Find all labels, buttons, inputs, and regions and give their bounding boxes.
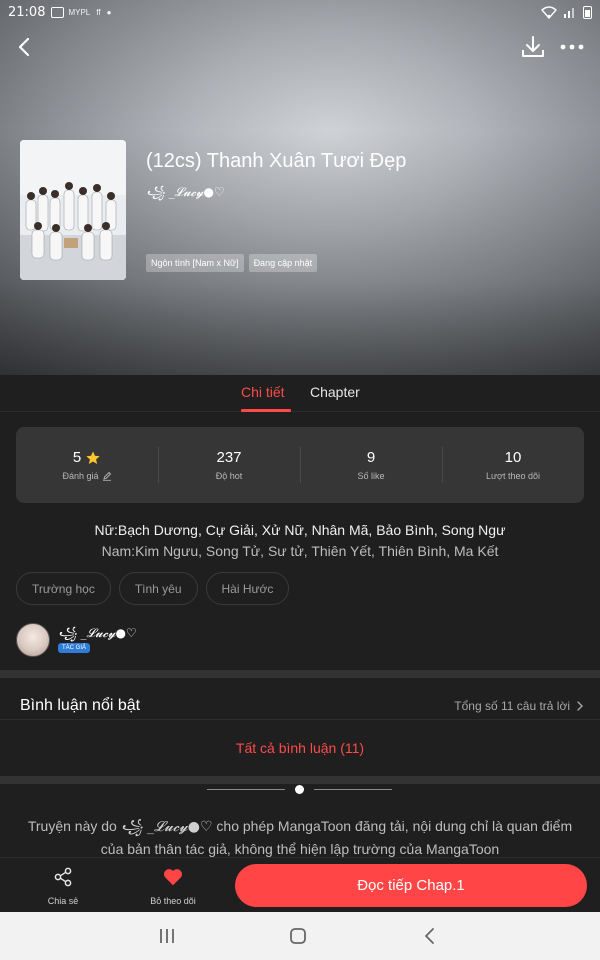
section-divider bbox=[0, 670, 600, 678]
stat-hot: 237 Độ hot bbox=[158, 427, 300, 503]
system-back-button[interactable] bbox=[418, 924, 442, 948]
back-arrow-icon bbox=[18, 37, 30, 57]
back-icon bbox=[425, 928, 434, 944]
continue-reading-button[interactable]: Đọc tiếp Chap.1 bbox=[235, 864, 587, 907]
stat-likes: 9 Số like bbox=[300, 427, 442, 503]
genre-tag[interactable]: Hài Hước bbox=[205, 572, 290, 605]
tab-active-indicator bbox=[241, 409, 291, 412]
separator-dot bbox=[295, 785, 304, 794]
description-line-1: Nữ:Bạch Dương, Cự Giải, Xử Nữ, Nhân Mã, … bbox=[94, 522, 506, 538]
back-button[interactable] bbox=[10, 32, 40, 62]
section-divider bbox=[0, 776, 600, 784]
stat-value: 9 bbox=[366, 449, 376, 466]
heart-icon bbox=[163, 869, 183, 886]
status-icons bbox=[541, 5, 592, 19]
chevron-right-icon bbox=[577, 701, 583, 711]
stat-rating-label-row: Đánh giá bbox=[16, 471, 158, 481]
home-icon bbox=[290, 928, 306, 944]
wifi-icon bbox=[541, 5, 557, 19]
stat-value: 10 bbox=[504, 449, 522, 466]
stat-rating-value-row: 5 bbox=[16, 449, 158, 466]
story-tag[interactable]: Đang cập nhật bbox=[248, 254, 318, 272]
disclaimer-author: ꧁ _𝓛𝓾𝓬𝔂●♡ bbox=[120, 819, 213, 835]
more-dots-icon bbox=[560, 44, 584, 50]
download-icon bbox=[522, 36, 544, 57]
story-title: (12cs) Thanh Xuân Tươi Đẹp bbox=[146, 150, 407, 172]
share-icon bbox=[54, 867, 72, 887]
share-button[interactable]: Chia sẻ bbox=[23, 866, 103, 906]
hero-banner: 21:08 MYPL ff ● (12cs) Thanh Xuân Tươi Đ… bbox=[0, 0, 600, 375]
story-tags: Ngôn tình [Nam x Nữ] Đang cập nhật bbox=[146, 254, 318, 272]
unfollow-button[interactable]: Bỏ theo dõi bbox=[133, 866, 213, 906]
stat-rating[interactable]: 5 Đánh giá bbox=[16, 427, 158, 503]
disclaimer: Truyện này do ꧁ _𝓛𝓾𝓬𝔂●♡ cho phép MangaTo… bbox=[20, 815, 580, 860]
stat-label: Độ hot bbox=[215, 471, 243, 481]
recent-apps-icon bbox=[160, 929, 174, 943]
status-bar: 21:08 MYPL ff ● bbox=[0, 0, 600, 24]
author-row[interactable]: ꧁ _𝓛𝓾𝓬𝔂●♡ TÁC GIẢ bbox=[16, 623, 584, 659]
story-cover[interactable] bbox=[20, 140, 126, 280]
stat-label: Đánh giá bbox=[62, 471, 99, 481]
status-small-text: MYPL bbox=[68, 7, 91, 17]
signal-icon bbox=[564, 7, 574, 18]
notification-icon bbox=[51, 6, 65, 18]
comments-divider bbox=[0, 719, 600, 720]
comments-count: Tổng số 11 câu trả lời bbox=[454, 699, 570, 713]
comments-count-link[interactable]: Tổng số 11 câu trả lời bbox=[454, 699, 584, 713]
genre-tag[interactable]: Trường học bbox=[16, 572, 111, 605]
stat-label: Số like bbox=[357, 471, 385, 481]
status-small-text-2: ff bbox=[96, 7, 101, 17]
story-author[interactable]: ꧁ _𝓛𝓾𝓬𝔂●♡ bbox=[146, 183, 225, 207]
stats-card: 5 Đánh giá 237 Độ hot 9 Số like 10 Lượt … bbox=[16, 427, 584, 503]
recent-apps-button[interactable] bbox=[155, 924, 179, 948]
more-button[interactable] bbox=[556, 32, 588, 62]
home-button[interactable] bbox=[286, 924, 310, 948]
share-label: Chia sẻ bbox=[47, 896, 79, 906]
separator-line bbox=[207, 789, 285, 790]
description-line-2: Nam:Kim Ngưu, Song Tử, Sư tử, Thiên Yết,… bbox=[101, 543, 499, 559]
stat-value: 5 bbox=[72, 449, 82, 466]
detail-tabs: Chi tiết Chapter bbox=[0, 375, 600, 412]
genre-tags: Trường học Tình yêu Hài Hước bbox=[16, 572, 290, 605]
status-time: 21:08 bbox=[8, 4, 46, 20]
stat-value: 237 bbox=[216, 449, 242, 466]
stat-label: Lượt theo dõi bbox=[486, 471, 540, 481]
avatar[interactable] bbox=[16, 623, 50, 657]
tab-chapter[interactable]: Chapter bbox=[310, 384, 360, 400]
separator-line bbox=[314, 789, 392, 790]
top-navigation bbox=[0, 30, 600, 64]
download-button[interactable] bbox=[518, 32, 548, 62]
stat-followers: 10 Lượt theo dõi bbox=[442, 427, 584, 503]
bottom-action-bar: Chia sẻ Bỏ theo dõi Đọc tiếp Chap.1 bbox=[0, 857, 600, 912]
story-tag[interactable]: Ngôn tình [Nam x Nữ] bbox=[146, 254, 244, 272]
tab-detail[interactable]: Chi tiết bbox=[241, 384, 285, 400]
all-comments-link[interactable]: Tất cả bình luận (11) bbox=[0, 740, 600, 756]
unfollow-label: Bỏ theo dõi bbox=[150, 896, 196, 906]
author-badge: TÁC GIẢ bbox=[58, 643, 91, 653]
edit-icon bbox=[102, 471, 111, 481]
star-icon bbox=[86, 450, 100, 464]
disclaimer-prefix: Truyện này do bbox=[27, 818, 121, 834]
comments-title: Bình luận nổi bật bbox=[20, 697, 141, 714]
genre-tag[interactable]: Tình yêu bbox=[118, 572, 198, 605]
cover-image bbox=[20, 140, 126, 280]
system-navigation-bar bbox=[0, 912, 600, 960]
dot-icon: ● bbox=[106, 7, 112, 17]
battery-icon bbox=[583, 5, 592, 19]
